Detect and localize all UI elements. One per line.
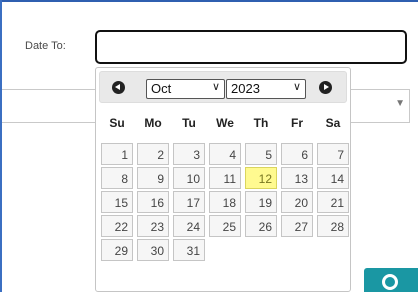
day-cell[interactable]: 11 (209, 167, 241, 189)
day-cell[interactable]: 4 (209, 143, 241, 165)
day-cell[interactable]: 15 (101, 191, 133, 213)
weekday-header-row: Su Mo Tu We Th Fr Sa (99, 111, 349, 135)
date-to-input[interactable] (95, 30, 407, 64)
panel-top-border (2, 0, 418, 2)
day-cell[interactable]: 27 (281, 215, 313, 237)
day-cell[interactable]: 31 (173, 239, 205, 261)
datepicker-header: Oct ∨ 2023 ∨ (99, 71, 347, 103)
day-cell[interactable]: 18 (209, 191, 241, 213)
day-cell[interactable]: 20 (281, 191, 313, 213)
chevron-down-icon: ∨ (211, 81, 220, 93)
day-cell[interactable]: 25 (209, 215, 241, 237)
weekday-label: Fr (291, 116, 303, 130)
prev-month-icon[interactable] (112, 81, 125, 94)
day-cell[interactable]: 7 (317, 143, 349, 165)
day-cell-today[interactable]: 12 (245, 167, 277, 189)
weekday-label: We (216, 116, 234, 130)
day-cell[interactable]: 1 (101, 143, 133, 165)
day-cell[interactable]: 22 (101, 215, 133, 237)
day-cell[interactable]: 26 (245, 215, 277, 237)
day-cell[interactable]: 2 (137, 143, 169, 165)
search-button[interactable] (364, 268, 418, 292)
search-icon (382, 274, 398, 290)
page: Date To: ▼ Oct ∨ 2023 ∨ Su Mo Tu We Th Fr Sa 1… (0, 0, 418, 292)
day-cell[interactable]: 5 (245, 143, 277, 165)
day-cell[interactable]: 9 (137, 167, 169, 189)
day-cell[interactable]: 13 (281, 167, 313, 189)
weekday-label: Th (253, 116, 269, 130)
day-cell[interactable]: 28 (317, 215, 349, 237)
datepicker-popup: Oct ∨ 2023 ∨ Su Mo Tu We Th Fr Sa 1 2 3 4 5 6 7 8 9 10 1… (95, 67, 351, 292)
year-select-value: 2023 (231, 81, 260, 96)
day-cell[interactable]: 30 (137, 239, 169, 261)
dropdown-arrow-icon: ▼ (395, 98, 405, 109)
weekday-label: Tu (182, 116, 196, 130)
year-select[interactable]: 2023 ∨ (226, 79, 306, 99)
day-cell[interactable]: 21 (317, 191, 349, 213)
panel-left-border (0, 0, 2, 292)
day-cell[interactable]: 14 (317, 167, 349, 189)
day-cell[interactable]: 23 (137, 215, 169, 237)
day-cell[interactable]: 19 (245, 191, 277, 213)
weekday-label: Mo (144, 116, 162, 130)
next-month-icon[interactable] (319, 81, 332, 94)
chevron-down-icon: ∨ (292, 81, 301, 93)
day-cell[interactable]: 16 (137, 191, 169, 213)
month-select[interactable]: Oct ∨ (146, 79, 225, 99)
day-cell[interactable]: 17 (173, 191, 205, 213)
month-select-value: Oct (151, 81, 172, 96)
weekday-label: Sa (325, 116, 341, 130)
day-cell[interactable]: 8 (101, 167, 133, 189)
weekday-label: Su (109, 116, 125, 130)
day-cell[interactable]: 24 (173, 215, 205, 237)
day-cell[interactable]: 29 (101, 239, 133, 261)
day-cell[interactable]: 6 (281, 143, 313, 165)
date-to-label: Date To: (25, 40, 66, 52)
day-cell[interactable]: 10 (173, 167, 205, 189)
day-cell[interactable]: 3 (173, 143, 205, 165)
